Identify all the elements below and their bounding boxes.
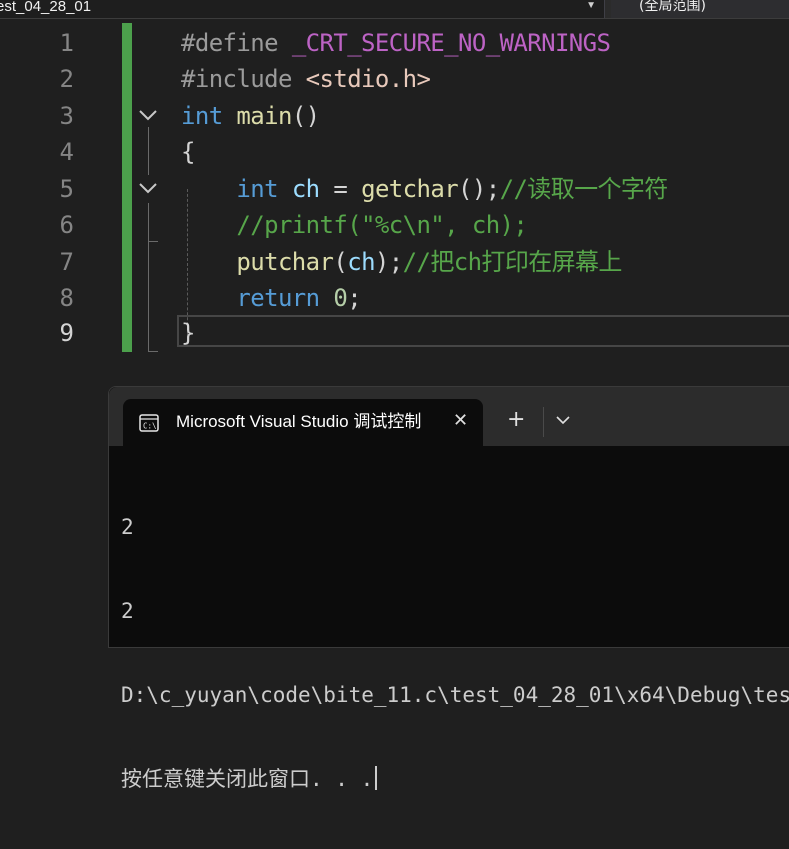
line-number: 6 (59, 211, 74, 239)
line-number: 7 (59, 248, 74, 276)
line-number: 5 (59, 175, 74, 203)
line-number: 4 (59, 138, 74, 166)
console-tab[interactable]: C:\ Microsoft Visual Studio 调试控制台 ✕ (123, 399, 483, 446)
code-line-5: int ch = getchar();//读取一个字符 (181, 171, 668, 207)
type-keyword: int (236, 175, 278, 203)
close-icon[interactable]: ✕ (453, 411, 468, 431)
current-line-highlight (177, 315, 789, 347)
punctuation: ( (333, 248, 348, 276)
operator: = (319, 175, 362, 203)
file-scope-dropdown[interactable]: est_04_28_01 ▼ (0, 0, 605, 18)
code-line-2: #include <stdio.h> (181, 61, 431, 97)
code-line-7: putchar(ch);//把ch打印在屏幕上 (181, 244, 622, 280)
code-line-1: #define _CRT_SECURE_NO_WARNINGS (181, 25, 611, 61)
macro-name: _CRT_SECURE_NO_WARNINGS (291, 29, 611, 57)
fold-guide-line (148, 127, 149, 175)
punctuation: ; (347, 284, 362, 312)
punctuation: (); (458, 175, 500, 203)
variable-name: ch (347, 248, 375, 276)
navigation-bar: est_04_28_01 ▼ (全局范围) (0, 0, 789, 19)
code-comment: //读取一个字符 (499, 175, 669, 203)
return-keyword: return (236, 284, 320, 312)
line-number: 1 (59, 29, 74, 57)
tab-separator (543, 407, 544, 437)
code-line-9: } (181, 315, 195, 351)
punctuation: () (291, 102, 320, 130)
console-tab-strip: C:\ Microsoft Visual Studio 调试控制台 ✕ + (109, 387, 789, 446)
code-editor[interactable]: 1 2 3 4 5 6 7 8 9 #define _CRT_SECURE_NO… (0, 19, 789, 359)
code-line-6: //printf("%c\n", ch); (181, 207, 527, 243)
open-brace: { (181, 138, 195, 166)
code-comment: //把ch打印在屏幕上 (402, 248, 623, 276)
svg-text:C:\: C:\ (143, 422, 157, 431)
global-scope-dropdown[interactable]: (全局范围) (611, 0, 789, 18)
fold-chevron-icon[interactable] (138, 178, 158, 198)
console-output-line: D:\c_yuyan\code\bite_11.c\test_04_28_01\… (121, 683, 789, 707)
preprocessor-directive: #include (181, 65, 292, 93)
line-number: 2 (59, 65, 74, 93)
code-line-3: int main() (181, 98, 320, 134)
variable-name: ch (291, 175, 320, 203)
punctuation: ); (374, 248, 403, 276)
preprocessor-directive: #define (181, 29, 279, 57)
number-literal: 0 (333, 284, 348, 312)
fold-end-tick (148, 241, 158, 242)
file-scope-label: est_04_28_01 (0, 0, 92, 15)
line-number: 3 (59, 102, 74, 130)
code-line-8: return 0; (181, 280, 361, 316)
chevron-down-icon[interactable] (555, 411, 571, 425)
editor-line-4: 4 (0, 134, 789, 170)
include-header: <stdio.h> (305, 65, 431, 93)
line-number: 8 (59, 284, 74, 312)
close-brace: } (181, 319, 195, 347)
fold-end-tick (148, 351, 158, 352)
console-tab-title: Microsoft Visual Studio 调试控制台 (176, 412, 422, 431)
console-output-line: 2 (121, 515, 134, 539)
function-name: putchar (236, 248, 334, 276)
editor-line-3: 3 (0, 98, 789, 134)
debug-console-window[interactable]: C:\ Microsoft Visual Studio 调试控制台 ✕ + 2 … (108, 386, 789, 791)
text-cursor (375, 766, 378, 790)
fold-guide-line (148, 203, 149, 351)
global-scope-label: (全局范围) (639, 0, 706, 14)
line-number-active: 9 (59, 319, 74, 347)
code-line-4: { (181, 134, 195, 170)
fold-chevron-icon[interactable] (138, 105, 158, 125)
code-comment: //printf("%c\n", ch); (236, 211, 528, 239)
console-output[interactable]: 2 2 D:\c_yuyan\code\bite_11.c\test_04_28… (121, 457, 789, 849)
console-app-icon: C:\ (139, 414, 159, 432)
console-prompt-line: 按任意键关闭此窗口. . . (121, 765, 789, 793)
function-name: main (236, 102, 292, 130)
console-prompt-text: 按任意键关闭此窗口. . . (121, 767, 374, 791)
dropdown-arrow-icon: ▼ (586, 0, 596, 11)
type-keyword: int (181, 102, 223, 130)
new-tab-button[interactable]: + (507, 409, 525, 431)
console-output-line: 2 (121, 599, 134, 623)
editor-line-8: 8 (0, 280, 789, 316)
function-name: getchar (361, 175, 459, 203)
